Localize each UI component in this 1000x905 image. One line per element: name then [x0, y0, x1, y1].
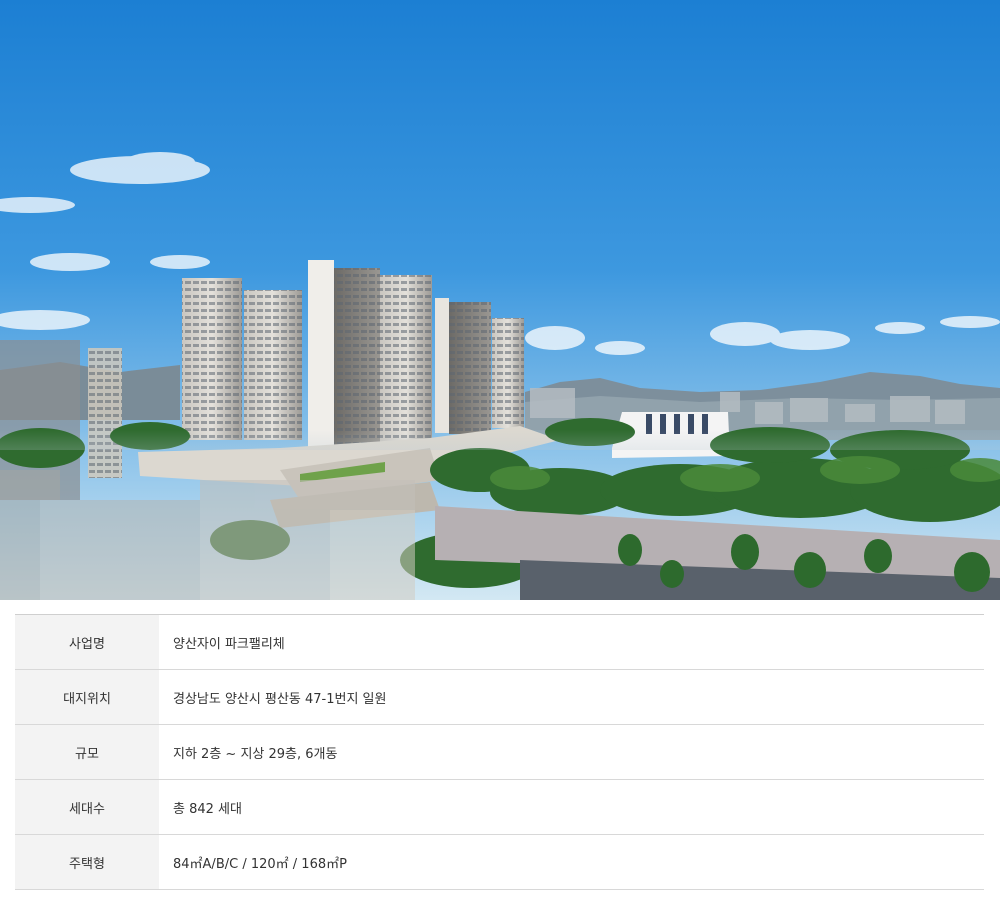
table-row: 규모 지하 2층 ~ 지상 29층, 6개동 [15, 724, 984, 780]
hero-rendering-image [0, 0, 1000, 600]
table-row: 사업명 양산자이 파크팰리체 [15, 614, 984, 670]
row-value: 84㎡A/B/C / 120㎡ / 168㎡P [159, 834, 984, 890]
row-value: 지하 2층 ~ 지상 29층, 6개동 [159, 724, 984, 780]
row-label: 세대수 [15, 779, 159, 835]
row-value: 경상남도 양산시 평산동 47-1번지 일원 [159, 669, 984, 725]
table-row: 세대수 총 842 세대 [15, 779, 984, 835]
table-row: 대지위치 경상남도 양산시 평산동 47-1번지 일원 [15, 669, 984, 725]
project-info-table: 사업명 양산자이 파크팰리체 대지위치 경상남도 양산시 평산동 47-1번지 … [15, 614, 984, 890]
table-row: 주택형 84㎡A/B/C / 120㎡ / 168㎡P [15, 834, 984, 890]
row-value: 총 842 세대 [159, 779, 984, 835]
row-label: 사업명 [15, 614, 159, 670]
row-label: 주택형 [15, 834, 159, 890]
row-label: 규모 [15, 724, 159, 780]
row-label: 대지위치 [15, 669, 159, 725]
apartment-complex-illustration [0, 0, 1000, 600]
row-value: 양산자이 파크팰리체 [159, 614, 984, 670]
